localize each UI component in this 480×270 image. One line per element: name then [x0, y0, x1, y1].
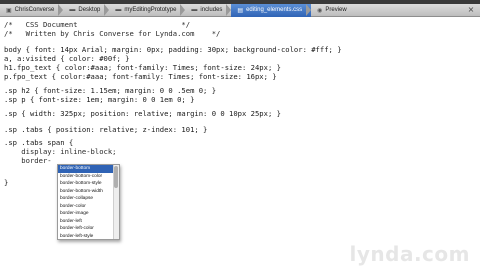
- crumb-chrisconverse[interactable]: ▣ ChrisConverse: [0, 3, 64, 17]
- css-file-icon: ▤: [237, 7, 244, 14]
- crumb-desktop[interactable]: ▬ Desktop: [63, 3, 110, 17]
- autocomplete-item[interactable]: border-image: [58, 210, 114, 218]
- crumb-includes[interactable]: ▬ includes: [185, 3, 232, 17]
- autocomplete-item[interactable]: border-bottom-color: [58, 173, 114, 181]
- crumb-css-file[interactable]: ▤ editing_elements.css: [231, 3, 312, 17]
- autocomplete-item[interactable]: border-left-style: [58, 233, 114, 240]
- autocomplete-item[interactable]: border-left-color: [58, 225, 114, 233]
- code-line: /* Written by Chris Converse for Lynda.c…: [4, 29, 221, 38]
- scrollbar-thumb[interactable]: [114, 166, 118, 188]
- crumb-label: editing_elements.css: [246, 7, 303, 13]
- breadcrumb: ▣ ChrisConverse ▬ Desktop ▬ myEditingPro…: [0, 3, 480, 17]
- code-line: body { font: 14px Arial; margin: 0px; pa…: [4, 45, 342, 54]
- crumb-prototype-folder[interactable]: ▬ myEditingPrototype: [109, 3, 186, 17]
- code-line: p.fpo_text { color:#aaa; font-family: Ti…: [4, 72, 277, 81]
- code-line: h1.fpo_text { color:#aaa; font-family: T…: [4, 63, 281, 72]
- folder-icon: ▬: [191, 7, 198, 13]
- code-line: display: inline-block;: [4, 147, 117, 156]
- autocomplete-item[interactable]: border-bottom-width: [58, 188, 114, 196]
- code-line: .sp .tabs { position: relative; z-index:…: [4, 125, 208, 134]
- crumb-label: Preview: [325, 7, 347, 13]
- code-line: .sp h2 { font-size: 1.15em; margin: 0 0 …: [4, 86, 217, 95]
- autocomplete-item[interactable]: border-bottom: [58, 165, 114, 173]
- autocomplete-item[interactable]: border-bottom-style: [58, 180, 114, 188]
- drive-icon: ▣: [6, 7, 12, 14]
- autocomplete-item[interactable]: border-left: [58, 218, 114, 226]
- autocomplete-item[interactable]: border-collapse: [58, 195, 114, 203]
- autocomplete-list[interactable]: border-bottom border-bottom-color border…: [58, 165, 114, 240]
- autocomplete-item[interactable]: border-color: [58, 203, 114, 211]
- autocomplete-scrollbar[interactable]: [113, 165, 119, 239]
- autocomplete-popup[interactable]: border-bottom border-bottom-color border…: [57, 164, 120, 240]
- code-line: .sp .tabs span {: [4, 138, 74, 147]
- code-line: }: [4, 178, 9, 187]
- crumb-label: ChrisConverse: [14, 7, 55, 13]
- crumb-label: Desktop: [78, 7, 101, 13]
- preview-icon: ◉: [317, 7, 323, 14]
- crumb-label: includes: [200, 7, 223, 13]
- folder-icon: ▬: [115, 7, 122, 13]
- code-line: .sp { width: 325px; position: relative; …: [4, 109, 281, 118]
- code-line: border-: [4, 156, 52, 165]
- close-icon[interactable]: ×: [466, 5, 476, 15]
- code-line: a, a:visited { color: #00f; }: [4, 54, 130, 63]
- code-line: .sp p { font-size: 1em; margin: 0 0 1em …: [4, 95, 195, 104]
- folder-icon: ▬: [69, 7, 76, 13]
- code-line: /* CSS Document */: [4, 20, 191, 29]
- lynda-watermark: lynda.com: [349, 242, 470, 266]
- crumb-preview[interactable]: ◉ Preview: [311, 4, 356, 17]
- crumb-label: myEditingPrototype: [124, 7, 177, 13]
